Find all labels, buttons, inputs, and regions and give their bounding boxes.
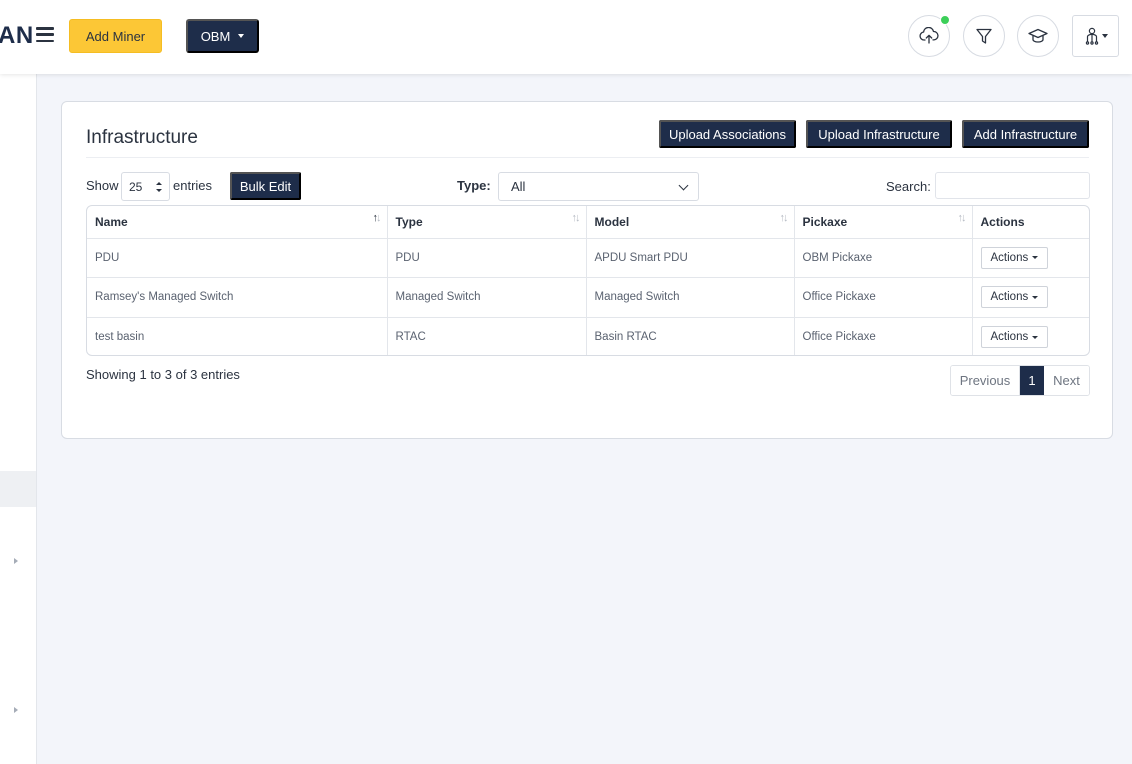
chevron-right-icon[interactable] — [14, 707, 18, 713]
user-network-icon — [1085, 27, 1098, 45]
type-filter-value: All — [511, 179, 526, 194]
sidebar-item-active[interactable] — [0, 471, 36, 507]
sidebar — [0, 74, 37, 764]
pagination-previous[interactable]: Previous — [951, 366, 1020, 395]
cell-model: Managed Switch — [586, 277, 795, 318]
top-header: AN Add Miner OBM — [0, 0, 1132, 74]
cell-actions: Actions — [972, 238, 1089, 278]
add-miner-button[interactable]: Add Miner — [69, 19, 162, 53]
divider — [86, 157, 1089, 158]
entries-per-page-select[interactable]: 25 — [121, 172, 170, 201]
chevron-down-icon — [678, 180, 689, 191]
chevron-right-icon[interactable] — [14, 558, 18, 564]
column-header-model[interactable]: Model ↑↓ — [586, 206, 795, 239]
pagination: Previous 1 Next — [950, 365, 1090, 396]
row-actions-button[interactable]: Actions — [980, 246, 1049, 269]
table-summary: Showing 1 to 3 of 3 entries — [86, 367, 240, 382]
type-label: Type: — [457, 178, 491, 193]
caret-down-icon — [1032, 295, 1039, 299]
sort-icon: ↑↓ — [957, 212, 967, 224]
type-filter-select[interactable]: All — [498, 172, 699, 201]
upload-infrastructure-button[interactable]: Upload Infrastructure — [806, 120, 952, 148]
logo[interactable]: AN — [0, 22, 34, 50]
menu-icon[interactable] — [36, 27, 54, 43]
sort-updown-icon — [156, 182, 162, 192]
column-header-type[interactable]: Type ↑↓ — [387, 206, 587, 239]
cell-actions: Actions — [972, 277, 1089, 318]
learning-button[interactable] — [1017, 15, 1059, 57]
pagination-next[interactable]: Next — [1044, 366, 1089, 395]
online-status-dot — [940, 15, 950, 25]
cloud-upload-icon — [919, 27, 939, 44]
cell-name: test basin — [87, 317, 388, 355]
caret-down-icon — [1032, 335, 1039, 339]
pagination-page-current[interactable]: 1 — [1020, 366, 1044, 395]
cell-name: Ramsey's Managed Switch — [87, 277, 388, 318]
cell-model: APDU Smart PDU — [586, 238, 795, 278]
table-row: PDU PDU APDU Smart PDU OBM Pickaxe Actio… — [87, 238, 1089, 278]
cell-pickaxe: OBM Pickaxe — [794, 238, 973, 278]
search-label: Search: — [886, 179, 931, 194]
cell-pickaxe: Office Pickaxe — [794, 277, 973, 318]
row-actions-button[interactable]: Actions — [980, 326, 1049, 348]
cell-type: Managed Switch — [387, 277, 587, 318]
table-row: test basin RTAC Basin RTAC Office Pickax… — [87, 317, 1089, 355]
column-header-name[interactable]: Name ↑↓ — [87, 206, 388, 239]
org-dropdown-label: OBM — [200, 28, 231, 44]
add-infrastructure-button[interactable]: Add Infrastructure — [962, 120, 1089, 148]
cell-name: PDU — [87, 238, 388, 278]
table-header-row: Name ↑↓ Type ↑↓ Model ↑↓ Pickaxe ↑↓ Actions — [87, 206, 1089, 239]
cell-pickaxe: Office Pickaxe — [794, 317, 973, 355]
column-header-actions: Actions — [972, 206, 1089, 239]
show-label: Show — [86, 178, 119, 193]
entries-label: entries — [173, 178, 213, 193]
page-title: Infrastructure — [86, 127, 198, 148]
cell-actions: Actions — [972, 317, 1089, 355]
filter-button[interactable] — [963, 15, 1005, 57]
cell-type: PDU — [387, 238, 587, 278]
entries-value: 25 — [129, 179, 143, 194]
graduation-cap-icon — [1028, 28, 1048, 43]
upload-associations-button[interactable]: Upload Associations — [659, 120, 796, 148]
cell-type: RTAC — [387, 317, 587, 355]
caret-down-icon — [1101, 34, 1108, 38]
row-actions-button[interactable]: Actions — [980, 286, 1049, 309]
cell-model: Basin RTAC — [586, 317, 795, 355]
bulk-edit-button[interactable]: Bulk Edit — [230, 172, 301, 200]
column-header-pickaxe[interactable]: Pickaxe ↑↓ — [794, 206, 973, 239]
org-dropdown-button[interactable]: OBM — [186, 19, 259, 53]
table-row: Ramsey's Managed Switch Managed Switch M… — [87, 277, 1089, 318]
sort-asc-icon: ↑↓ — [372, 212, 382, 224]
user-menu-button[interactable] — [1072, 15, 1119, 57]
filter-icon — [976, 28, 992, 44]
caret-down-icon — [238, 34, 245, 38]
infrastructure-table: Name ↑↓ Type ↑↓ Model ↑↓ Pickaxe ↑↓ Actions … — [86, 205, 1090, 356]
infrastructure-card: Infrastructure Upload Associations Uploa… — [61, 101, 1113, 439]
sort-icon: ↑↓ — [571, 212, 581, 224]
search-input[interactable] — [935, 172, 1090, 199]
sort-icon: ↑↓ — [779, 212, 789, 224]
caret-down-icon — [1032, 256, 1039, 260]
